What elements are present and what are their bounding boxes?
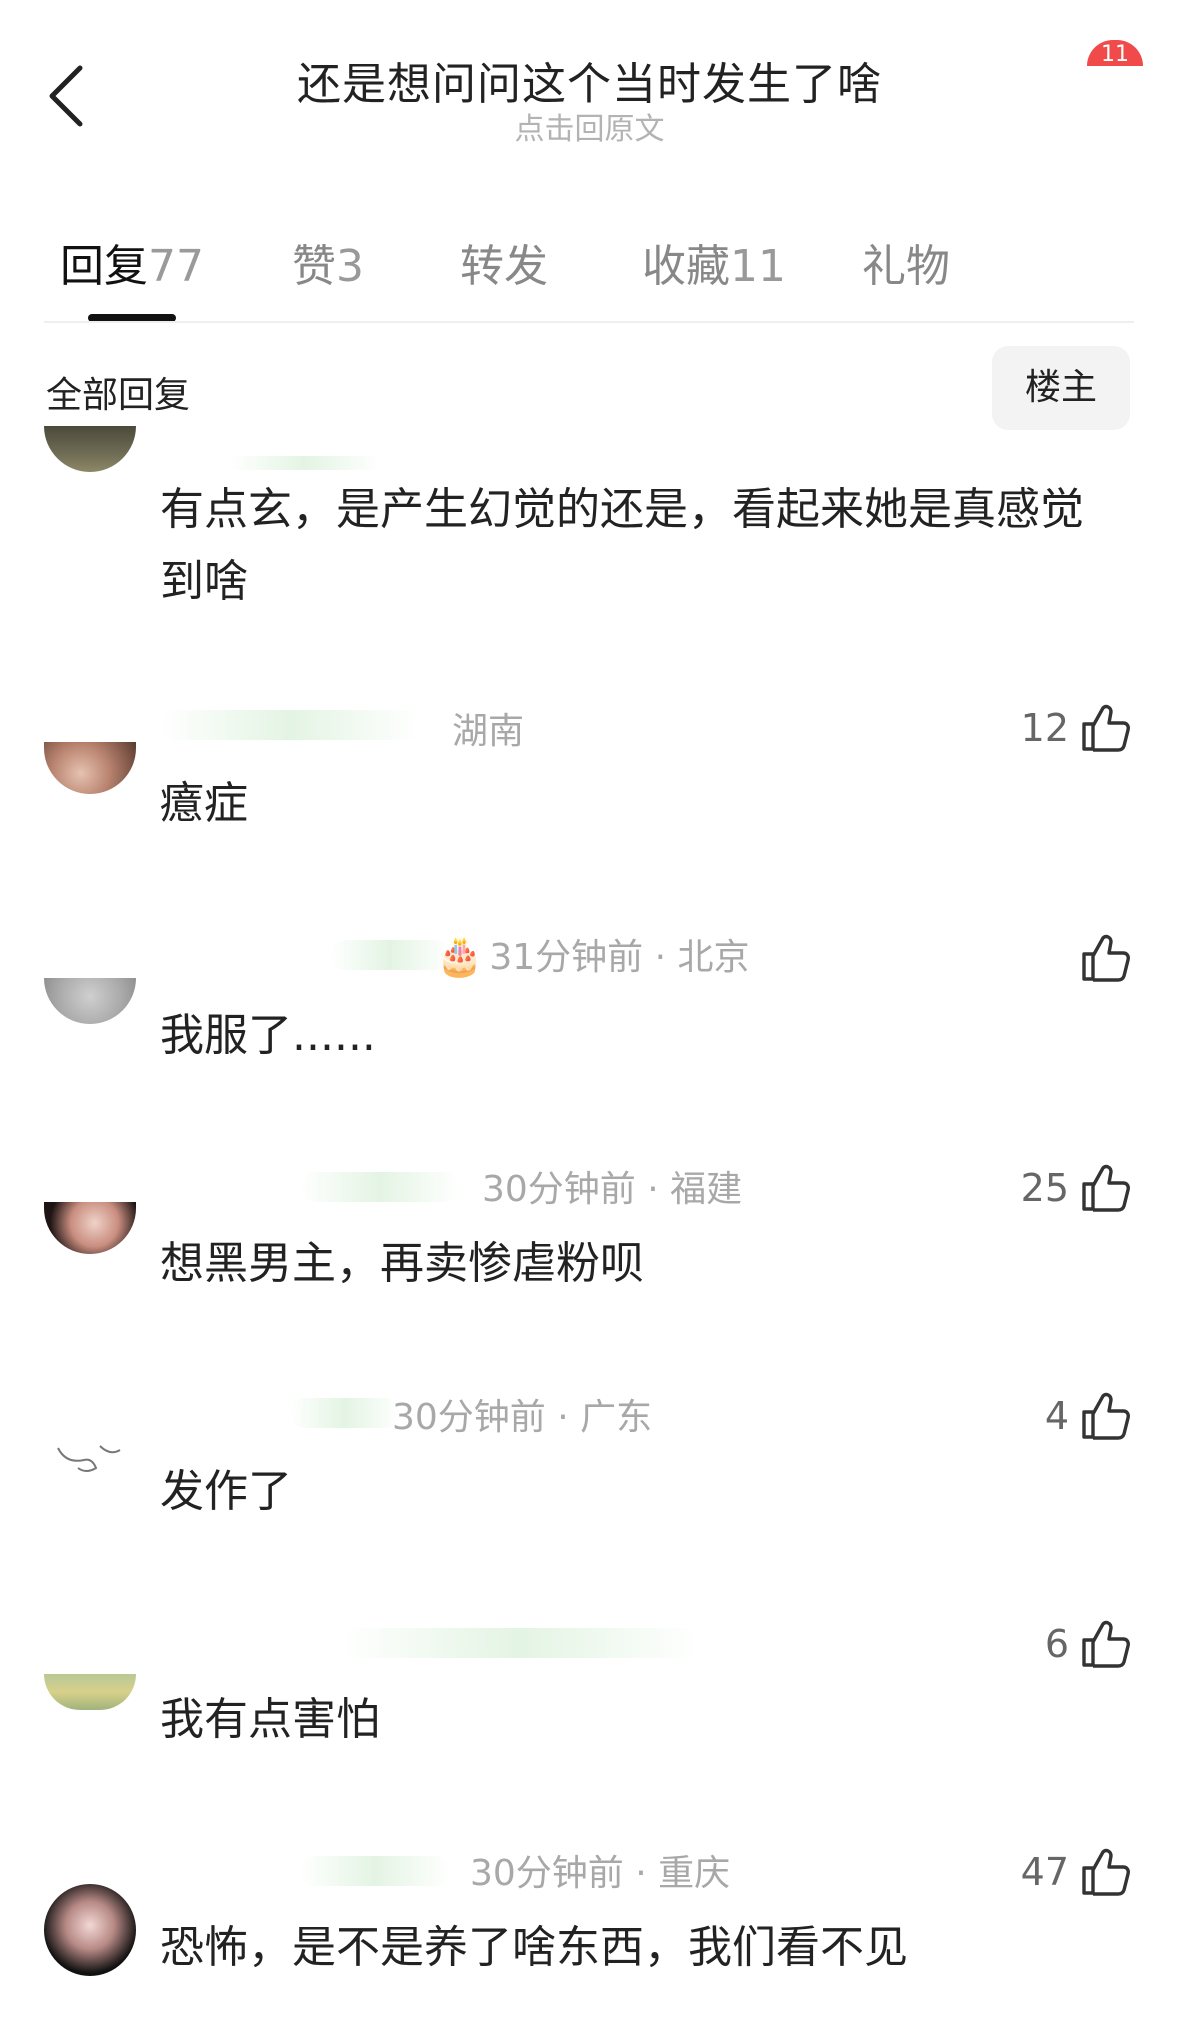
tab-count: 11 <box>730 241 786 292</box>
comment-item: 30分钟前 · 重庆 47 恐怖，是不是养了啥东西，我们看不见 <box>0 1844 1179 2033</box>
avatar[interactable] <box>44 1434 136 1484</box>
username-blurred[interactable] <box>160 710 420 740</box>
op-only-button[interactable]: 楼主 <box>992 346 1130 430</box>
tab-label: 赞 <box>292 241 336 292</box>
like-button[interactable]: 47 <box>1021 1844 1131 1900</box>
tab-label: 礼物 <box>862 241 950 292</box>
thumbs-up-icon <box>1082 1620 1130 1668</box>
like-button[interactable] <box>1079 930 1131 986</box>
like-button[interactable]: 12 <box>1021 700 1131 756</box>
comment-text: 想黑男主，再卖惨虐粉呗 <box>160 1238 644 1289</box>
comment-text: 癔症 <box>160 778 248 829</box>
notification-badge[interactable]: 11 <box>1087 40 1143 66</box>
comment-item: 有点玄，是产生幻觉的还是，看起来她是真感觉到啥 <box>0 426 1179 630</box>
like-count: 47 <box>1020 1850 1069 1894</box>
comment-item: 30分钟前 · 福建 25 想黑男主，再卖惨虐粉呗 <box>0 1160 1179 1320</box>
like-count: 25 <box>1020 1166 1069 1210</box>
comment-item: 30分钟前 · 广东 4 发作了 <box>0 1388 1179 1548</box>
avatar[interactable] <box>44 1674 136 1710</box>
tab-count: 3 <box>336 241 364 292</box>
comment-time-location: 30分钟前 · 重庆 <box>470 1853 731 1894</box>
thumbs-up-icon <box>1082 934 1130 982</box>
tab-label: 收藏 <box>642 241 730 292</box>
username-blurred[interactable] <box>300 1172 460 1202</box>
thumbs-up-icon <box>1082 1392 1130 1440</box>
tab-gifts[interactable]: 礼物 <box>862 230 950 294</box>
tab-label: 回复 <box>60 241 148 292</box>
avatar[interactable] <box>44 426 136 472</box>
tab-favorites[interactable]: 收藏11 <box>642 230 786 294</box>
comment-text: 我有点害怕 <box>160 1694 380 1745</box>
like-button[interactable]: 6 <box>1045 1616 1131 1672</box>
comment-item: 🎂 31分钟前 · 北京 我服了...... <box>0 928 1179 1088</box>
avatar[interactable] <box>44 1884 136 1976</box>
tab-bar: 回复77 赞3 转发 收藏11 礼物 <box>0 220 1179 322</box>
username-blurred[interactable] <box>340 1628 700 1658</box>
thumbs-up-icon <box>1082 1164 1130 1212</box>
avatar[interactable] <box>44 1202 136 1254</box>
username-blurred[interactable] <box>300 1856 450 1886</box>
thumbs-up-icon <box>1082 1848 1130 1896</box>
comment-text: 发作了 <box>160 1466 292 1517</box>
comment-text: 我服了...... <box>160 1010 376 1061</box>
comment-item: 6 我有点害怕 <box>0 1616 1179 1776</box>
tab-likes[interactable]: 赞3 <box>292 230 364 294</box>
back-to-original-link[interactable]: 点击回原文 <box>0 104 1179 148</box>
tab-divider <box>44 321 1134 323</box>
birthday-cake-icon: 🎂 <box>436 934 484 978</box>
tab-reposts[interactable]: 转发 <box>460 230 548 294</box>
like-count: 4 <box>1044 1394 1069 1438</box>
post-title[interactable]: 还是想问问这个当时发生了啥 <box>0 48 1179 112</box>
tab-replies[interactable]: 回复77 <box>60 230 204 294</box>
tab-label: 转发 <box>460 241 548 292</box>
comment-location: 湖南 <box>452 711 525 752</box>
like-count: 12 <box>1020 706 1069 750</box>
comment-text: 恐怖，是不是养了啥东西，我们看不见 <box>160 1922 908 1973</box>
username-blurred[interactable] <box>230 456 380 470</box>
tab-count: 77 <box>148 241 204 292</box>
avatar[interactable] <box>44 742 136 794</box>
thumbs-up-icon <box>1082 704 1130 752</box>
comment-time-location: 30分钟前 · 福建 <box>482 1169 743 1210</box>
comment-text: 有点玄，是产生幻觉的还是，看起来她是真感觉到啥 <box>160 484 1084 607</box>
like-button[interactable]: 4 <box>1045 1388 1131 1444</box>
all-replies-label: 全部回复 <box>46 375 191 416</box>
like-button[interactable]: 25 <box>1021 1160 1131 1216</box>
meta-text: 31分钟前 · 北京 <box>489 937 750 978</box>
like-count: 6 <box>1044 1622 1069 1666</box>
username-blurred[interactable] <box>330 940 450 970</box>
top-bar: 还是想问问这个当时发生了啥 点击回原文 11 <box>0 0 1179 170</box>
username-blurred[interactable] <box>290 1398 400 1428</box>
comment-item: 湖南 12 癔症 <box>0 700 1179 860</box>
comment-time-location: 🎂 31分钟前 · 北京 <box>436 928 749 980</box>
comment-time-location: 30分钟前 · 广东 <box>392 1397 653 1438</box>
avatar[interactable] <box>44 978 136 1024</box>
avatar-doodle <box>57 1445 121 1472</box>
